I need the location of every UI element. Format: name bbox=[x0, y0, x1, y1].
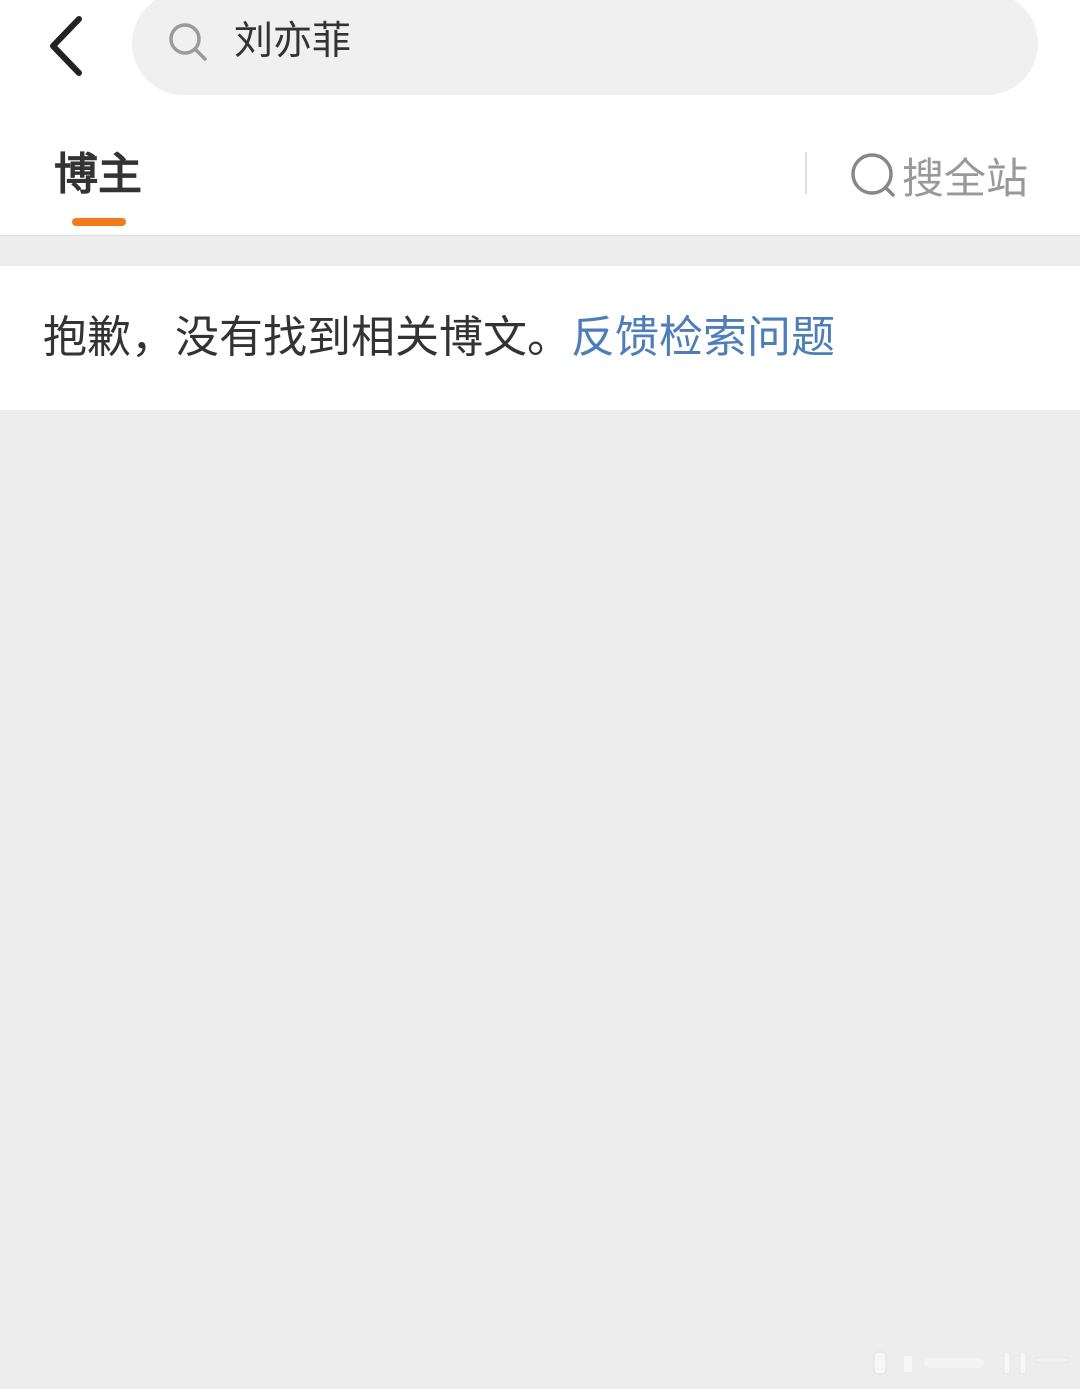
chevron-left-icon bbox=[50, 16, 82, 76]
search-icon bbox=[169, 23, 207, 61]
tab-bar: 博主 搜全站 bbox=[0, 110, 1080, 236]
tab-bloggers-label: 博主 bbox=[54, 149, 142, 200]
search-result-page: 刘亦菲 博主 搜全站 抱歉，没有找到相关博文。反馈检索问题 bbox=[0, 0, 1080, 1389]
no-result-notice: 抱歉，没有找到相关博文。反馈检索问题 bbox=[0, 266, 1080, 410]
active-tab-indicator bbox=[72, 218, 126, 226]
tab-bloggers[interactable]: 博主 bbox=[40, 140, 158, 236]
feedback-link[interactable]: 反馈检索问题 bbox=[571, 312, 835, 363]
tab-divider bbox=[805, 152, 807, 194]
home-indicator bbox=[873, 1351, 1069, 1375]
search-query-text: 刘亦菲 bbox=[234, 19, 352, 64]
search-input[interactable]: 刘亦菲 bbox=[132, 0, 1038, 95]
back-button[interactable] bbox=[30, 4, 100, 88]
search-all-button[interactable]: 搜全站 bbox=[848, 140, 1043, 210]
notice-line: 抱歉，没有找到相关博文。反馈检索问题 bbox=[43, 306, 835, 370]
search-all-label: 搜全站 bbox=[902, 153, 1029, 203]
search-icon bbox=[851, 153, 895, 197]
no-result-message: 抱歉，没有找到相关博文。 bbox=[43, 312, 571, 363]
search-header: 刘亦菲 bbox=[0, 0, 1080, 110]
